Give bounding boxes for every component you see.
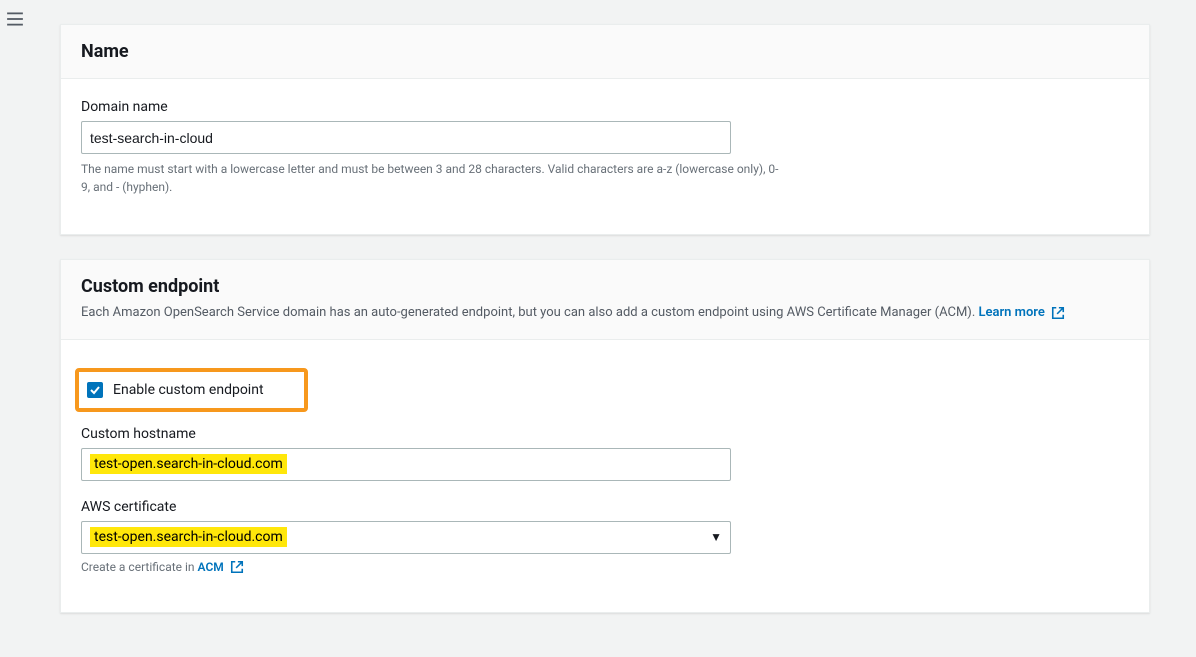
checkbox-box <box>87 382 103 398</box>
enable-custom-endpoint-label: Enable custom endpoint <box>113 382 264 398</box>
name-panel-body: Domain name The name must start with a l… <box>61 79 1149 234</box>
aws-certificate-label: AWS certificate <box>81 499 1129 515</box>
custom-hostname-value: test-open.search-in-cloud.com <box>90 454 287 474</box>
custom-endpoint-title: Custom endpoint <box>81 276 1129 297</box>
enable-endpoint-highlight: Enable custom endpoint <box>75 368 308 412</box>
name-panel-title: Name <box>81 41 1129 62</box>
custom-hostname-input[interactable]: test-open.search-in-cloud.com <box>81 448 731 481</box>
acm-create-text: Create a certificate in ACM <box>81 560 1129 575</box>
custom-endpoint-panel: Custom endpoint Each Amazon OpenSearch S… <box>60 259 1150 613</box>
sidebar-toggle[interactable] <box>0 0 30 637</box>
custom-endpoint-description: Each Amazon OpenSearch Service domain ha… <box>81 303 1129 323</box>
name-panel: Name Domain name The name must start wit… <box>60 24 1150 235</box>
aws-certificate-value: test-open.search-in-cloud.com <box>90 527 287 547</box>
external-link-icon <box>230 560 244 574</box>
domain-name-label: Domain name <box>81 99 1129 115</box>
external-link-icon <box>1051 306 1065 320</box>
chevron-down-icon: ▼ <box>710 530 722 544</box>
custom-endpoint-description-text: Each Amazon OpenSearch Service domain ha… <box>81 305 978 320</box>
hamburger-icon <box>6 10 24 28</box>
acm-link[interactable]: ACM <box>198 560 244 574</box>
name-panel-header: Name <box>61 25 1149 79</box>
checkmark-icon <box>89 384 101 396</box>
learn-more-link[interactable]: Learn more <box>978 305 1065 320</box>
main-content: Name Domain name The name must start wit… <box>30 0 1180 637</box>
custom-hostname-label: Custom hostname <box>81 426 1129 442</box>
enable-custom-endpoint-checkbox[interactable]: Enable custom endpoint <box>87 382 264 398</box>
domain-name-input[interactable] <box>81 121 731 154</box>
domain-name-help: The name must start with a lowercase let… <box>81 160 781 196</box>
custom-endpoint-header: Custom endpoint Each Amazon OpenSearch S… <box>61 260 1149 340</box>
aws-certificate-select[interactable]: test-open.search-in-cloud.com ▼ <box>81 521 731 554</box>
custom-endpoint-body: Enable custom endpoint Custom hostname t… <box>61 340 1149 613</box>
